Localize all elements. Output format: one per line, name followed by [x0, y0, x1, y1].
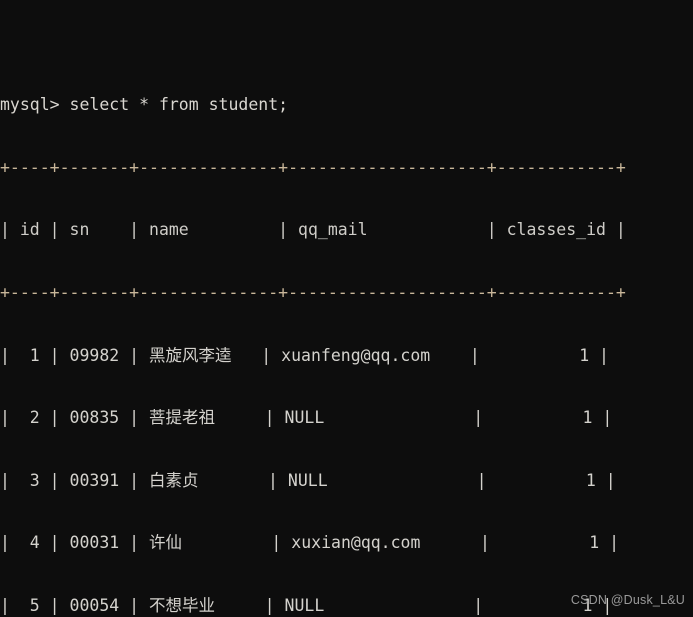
csdn-watermark: CSDN @Dusk_L&U: [570, 593, 685, 607]
terminal-screen[interactable]: mysql> select * from student; +----+----…: [0, 0, 693, 617]
table-row: | 3 | 00391 | 白素贞 | NULL | 1 |: [0, 470, 616, 490]
table-separator-mid-student: +----+-------+--------------+-----------…: [0, 282, 626, 302]
table-row: | 4 | 00031 | 许仙 | xuxian@qq.com | 1 |: [0, 533, 620, 553]
table-header-student: | id | sn | name | qq_mail | classes_id …: [0, 220, 626, 240]
command-line-student: mysql> select * from student;: [0, 95, 289, 115]
table-separator-top-student: +----+-------+--------------+-----------…: [0, 157, 626, 177]
table-row: | 2 | 00835 | 菩提老祖 | NULL | 1 |: [0, 408, 613, 428]
terminal-output[interactable]: mysql> select * from student; +----+----…: [0, 12, 693, 617]
table-row: | 1 | 09982 | 黑旋风李逵 | xuanfeng@qq.com | …: [0, 345, 609, 365]
